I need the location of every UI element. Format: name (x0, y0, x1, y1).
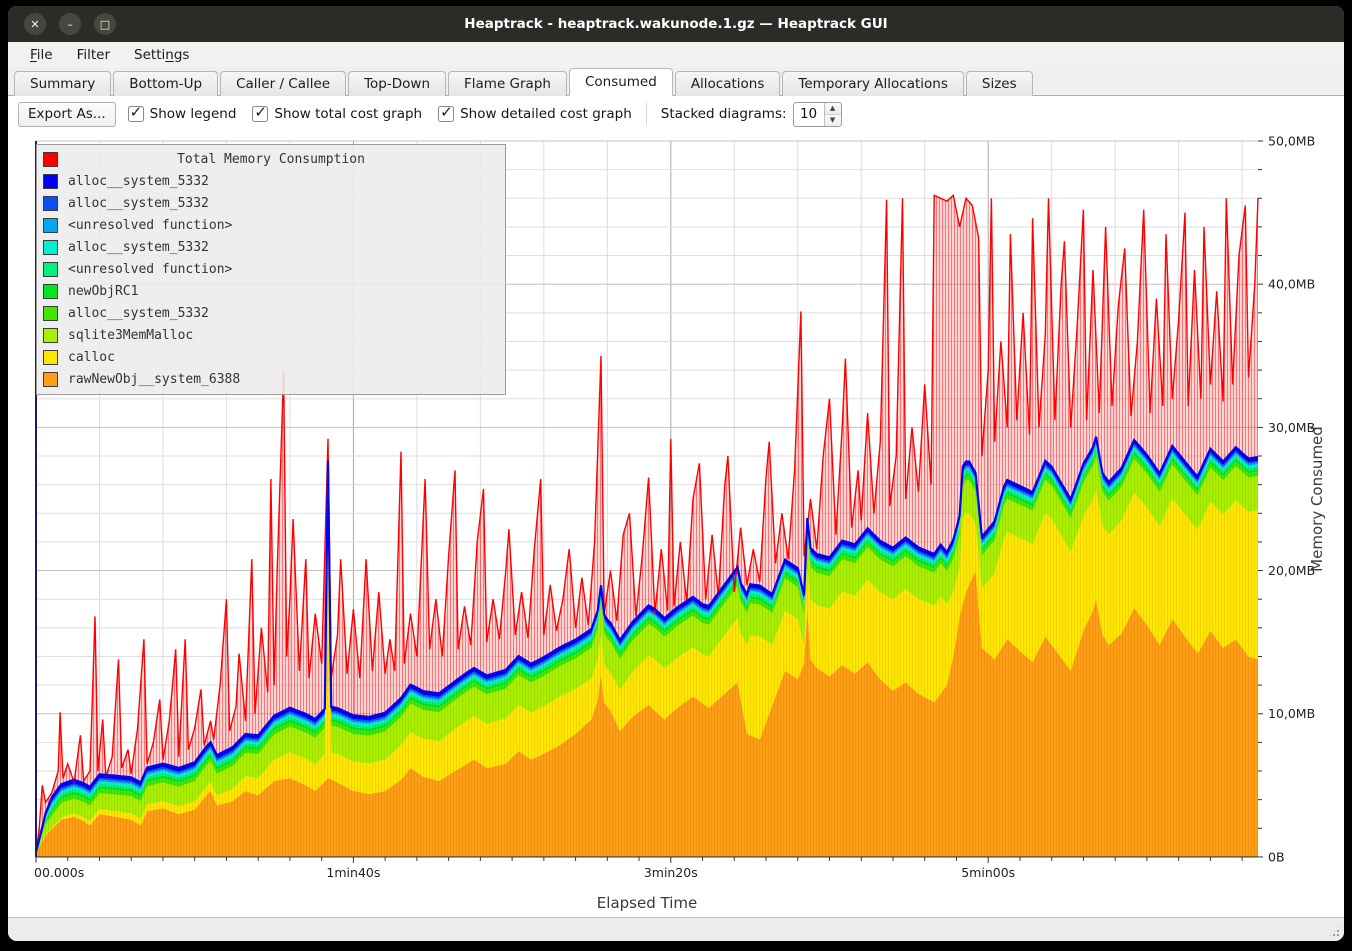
y-axis-title: Memory Consumed (1308, 424, 1328, 574)
legend-item: alloc__system_5332 (37, 236, 505, 258)
legend-item: newObjRC1 (37, 280, 505, 302)
legend-label: calloc (68, 350, 115, 365)
heaptrack-window: ✕–□ Heaptrack - heaptrack.wakunode.1.gz … (8, 6, 1344, 941)
stacked-diagrams-value: 10 (794, 103, 824, 126)
menu-file[interactable]: File (20, 45, 63, 65)
menubar: FileFilterSettings (8, 42, 1344, 68)
tab-bottom-up[interactable]: Bottom-Up (113, 71, 218, 96)
checkbox-label: Show legend (150, 106, 237, 122)
tab-bar: SummaryBottom-UpCaller / CalleeTop-DownF… (8, 68, 1344, 96)
legend-label: Total Memory Consumption (37, 152, 505, 167)
tab-flame-graph[interactable]: Flame Graph (448, 71, 567, 96)
export-as-button[interactable]: Export As... (18, 102, 116, 127)
stacked-diagrams-label: Stacked diagrams: (661, 106, 787, 122)
tab-temporary-allocations[interactable]: Temporary Allocations (782, 71, 963, 96)
minimize-button[interactable]: – (59, 13, 81, 35)
legend-swatch-icon (43, 262, 58, 277)
spin-down-button[interactable]: ▼ (825, 115, 841, 126)
screen-background: ✕–□ Heaptrack - heaptrack.wakunode.1.gz … (0, 0, 1352, 951)
menu-filter[interactable]: Filter (67, 45, 120, 65)
x-tick-label: 00.000s (34, 865, 84, 880)
legend-swatch-icon (43, 328, 58, 343)
maximize-button[interactable]: □ (94, 13, 116, 35)
y-tick-label: 0B (1268, 849, 1285, 864)
resize-grip[interactable] (1328, 925, 1341, 938)
legend-swatch-icon (43, 306, 58, 321)
titlebar: ✕–□ Heaptrack - heaptrack.wakunode.1.gz … (8, 6, 1344, 42)
tab-sizes[interactable]: Sizes (966, 71, 1033, 96)
y-tick-label: 10,0MB (1268, 706, 1315, 721)
checkbox-group: ✓ Show legend ✓ Show total cost graph ✓ Show … (128, 106, 632, 122)
legend-label: alloc__system_5332 (68, 240, 209, 255)
x-tick-label: 3min20s (644, 865, 698, 880)
legend-item: Total Memory Consumption (37, 148, 505, 170)
menu-settings[interactable]: Settings (124, 45, 199, 65)
checkbox-box: ✓ (128, 106, 144, 122)
checkmark-icon: ✓ (130, 103, 143, 121)
window-title: Heaptrack - heaptrack.wakunode.1.gz — He… (8, 16, 1344, 32)
x-axis-title: Elapsed Time (8, 894, 1286, 912)
legend-swatch-icon (43, 240, 58, 255)
legend-swatch-icon (43, 174, 58, 189)
legend-swatch-icon (43, 284, 58, 299)
legend-item: rawNewObj__system_6388 (37, 368, 505, 390)
toolbar-separator (646, 103, 647, 125)
show-total-cost-graph-checkbox[interactable]: ✓ Show total cost graph (252, 106, 422, 122)
legend-label: alloc__system_5332 (68, 196, 209, 211)
tab-allocations[interactable]: Allocations (675, 71, 781, 96)
checkbox-box: ✓ (252, 106, 268, 122)
legend-label: <unresolved function> (68, 218, 232, 233)
close-button[interactable]: ✕ (24, 13, 46, 35)
memory-consumption-chart: 00.000s1min40s3min20s5min00s0B10,0MB20,0… (8, 132, 1344, 917)
checkmark-icon: ✓ (440, 103, 453, 121)
checkbox-label: Show total cost graph (274, 106, 422, 122)
legend-item: <unresolved function> (37, 258, 505, 280)
legend-label: <unresolved function> (68, 262, 232, 277)
legend-item: calloc (37, 346, 505, 368)
legend-swatch-icon (43, 350, 58, 365)
legend-item: <unresolved function> (37, 214, 505, 236)
legend-item: sqlite3MemMalloc (37, 324, 505, 346)
legend-swatch-icon (43, 218, 58, 233)
checkmark-icon: ✓ (254, 103, 267, 121)
y-tick-label: 50,0MB (1268, 134, 1315, 149)
legend-item: alloc__system_5332 (37, 192, 505, 214)
legend-swatch-icon (43, 196, 58, 211)
window-controls: ✕–□ (24, 13, 116, 35)
legend-label: alloc__system_5332 (68, 174, 209, 189)
y-tick-label: 40,0MB (1268, 277, 1315, 292)
checkbox-box: ✓ (438, 106, 454, 122)
legend-label: rawNewObj__system_6388 (68, 372, 240, 387)
x-tick-label: 5min00s (961, 865, 1015, 880)
toolbar: Export As... ✓ Show legend ✓ Show total cos… (8, 96, 1344, 132)
legend-label: newObjRC1 (68, 284, 138, 299)
x-tick-label: 1min40s (326, 865, 380, 880)
legend-item: alloc__system_5332 (37, 302, 505, 324)
chart-legend: Total Memory Consumption alloc__system_53… (36, 144, 506, 395)
legend-label: sqlite3MemMalloc (68, 328, 193, 343)
spin-up-button[interactable]: ▲ (825, 103, 841, 115)
stacked-diagrams-spinbox[interactable]: 10 ▲ ▼ (793, 102, 842, 127)
legend-swatch-icon (43, 372, 58, 387)
checkbox-label: Show detailed cost graph (460, 106, 632, 122)
tab-summary[interactable]: Summary (14, 71, 111, 96)
tab-top-down[interactable]: Top-Down (348, 71, 446, 96)
show-legend-checkbox[interactable]: ✓ Show legend (128, 106, 237, 122)
legend-label: alloc__system_5332 (68, 306, 209, 321)
spin-buttons: ▲ ▼ (824, 103, 841, 126)
tab-consumed[interactable]: Consumed (569, 68, 673, 96)
status-bar (8, 917, 1344, 941)
show-detailed-cost-graph-checkbox[interactable]: ✓ Show detailed cost graph (438, 106, 632, 122)
legend-item: alloc__system_5332 (37, 170, 505, 192)
tab-caller-callee[interactable]: Caller / Callee (220, 71, 346, 96)
